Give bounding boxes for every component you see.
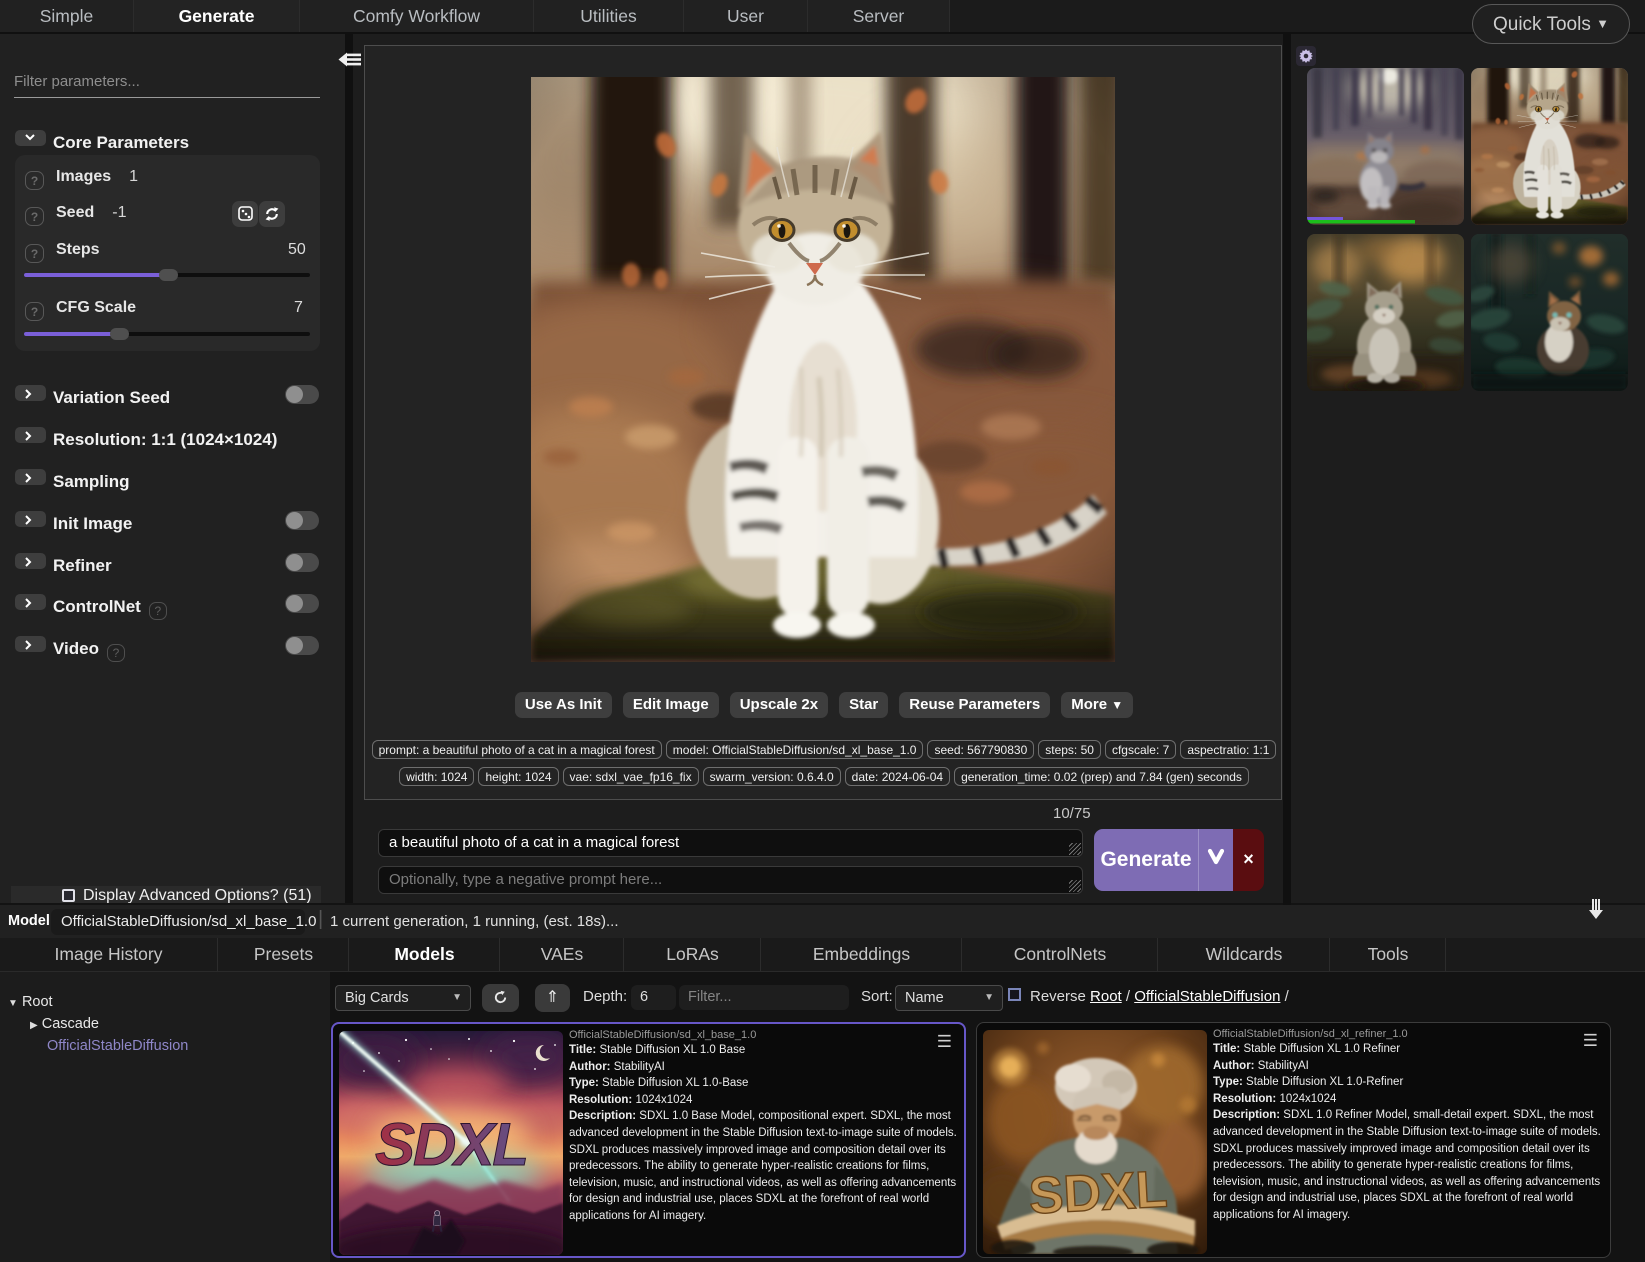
svg-text:SDXL: SDXL <box>375 1111 527 1178</box>
svg-text:SDXL: SDXL <box>1027 1160 1169 1225</box>
